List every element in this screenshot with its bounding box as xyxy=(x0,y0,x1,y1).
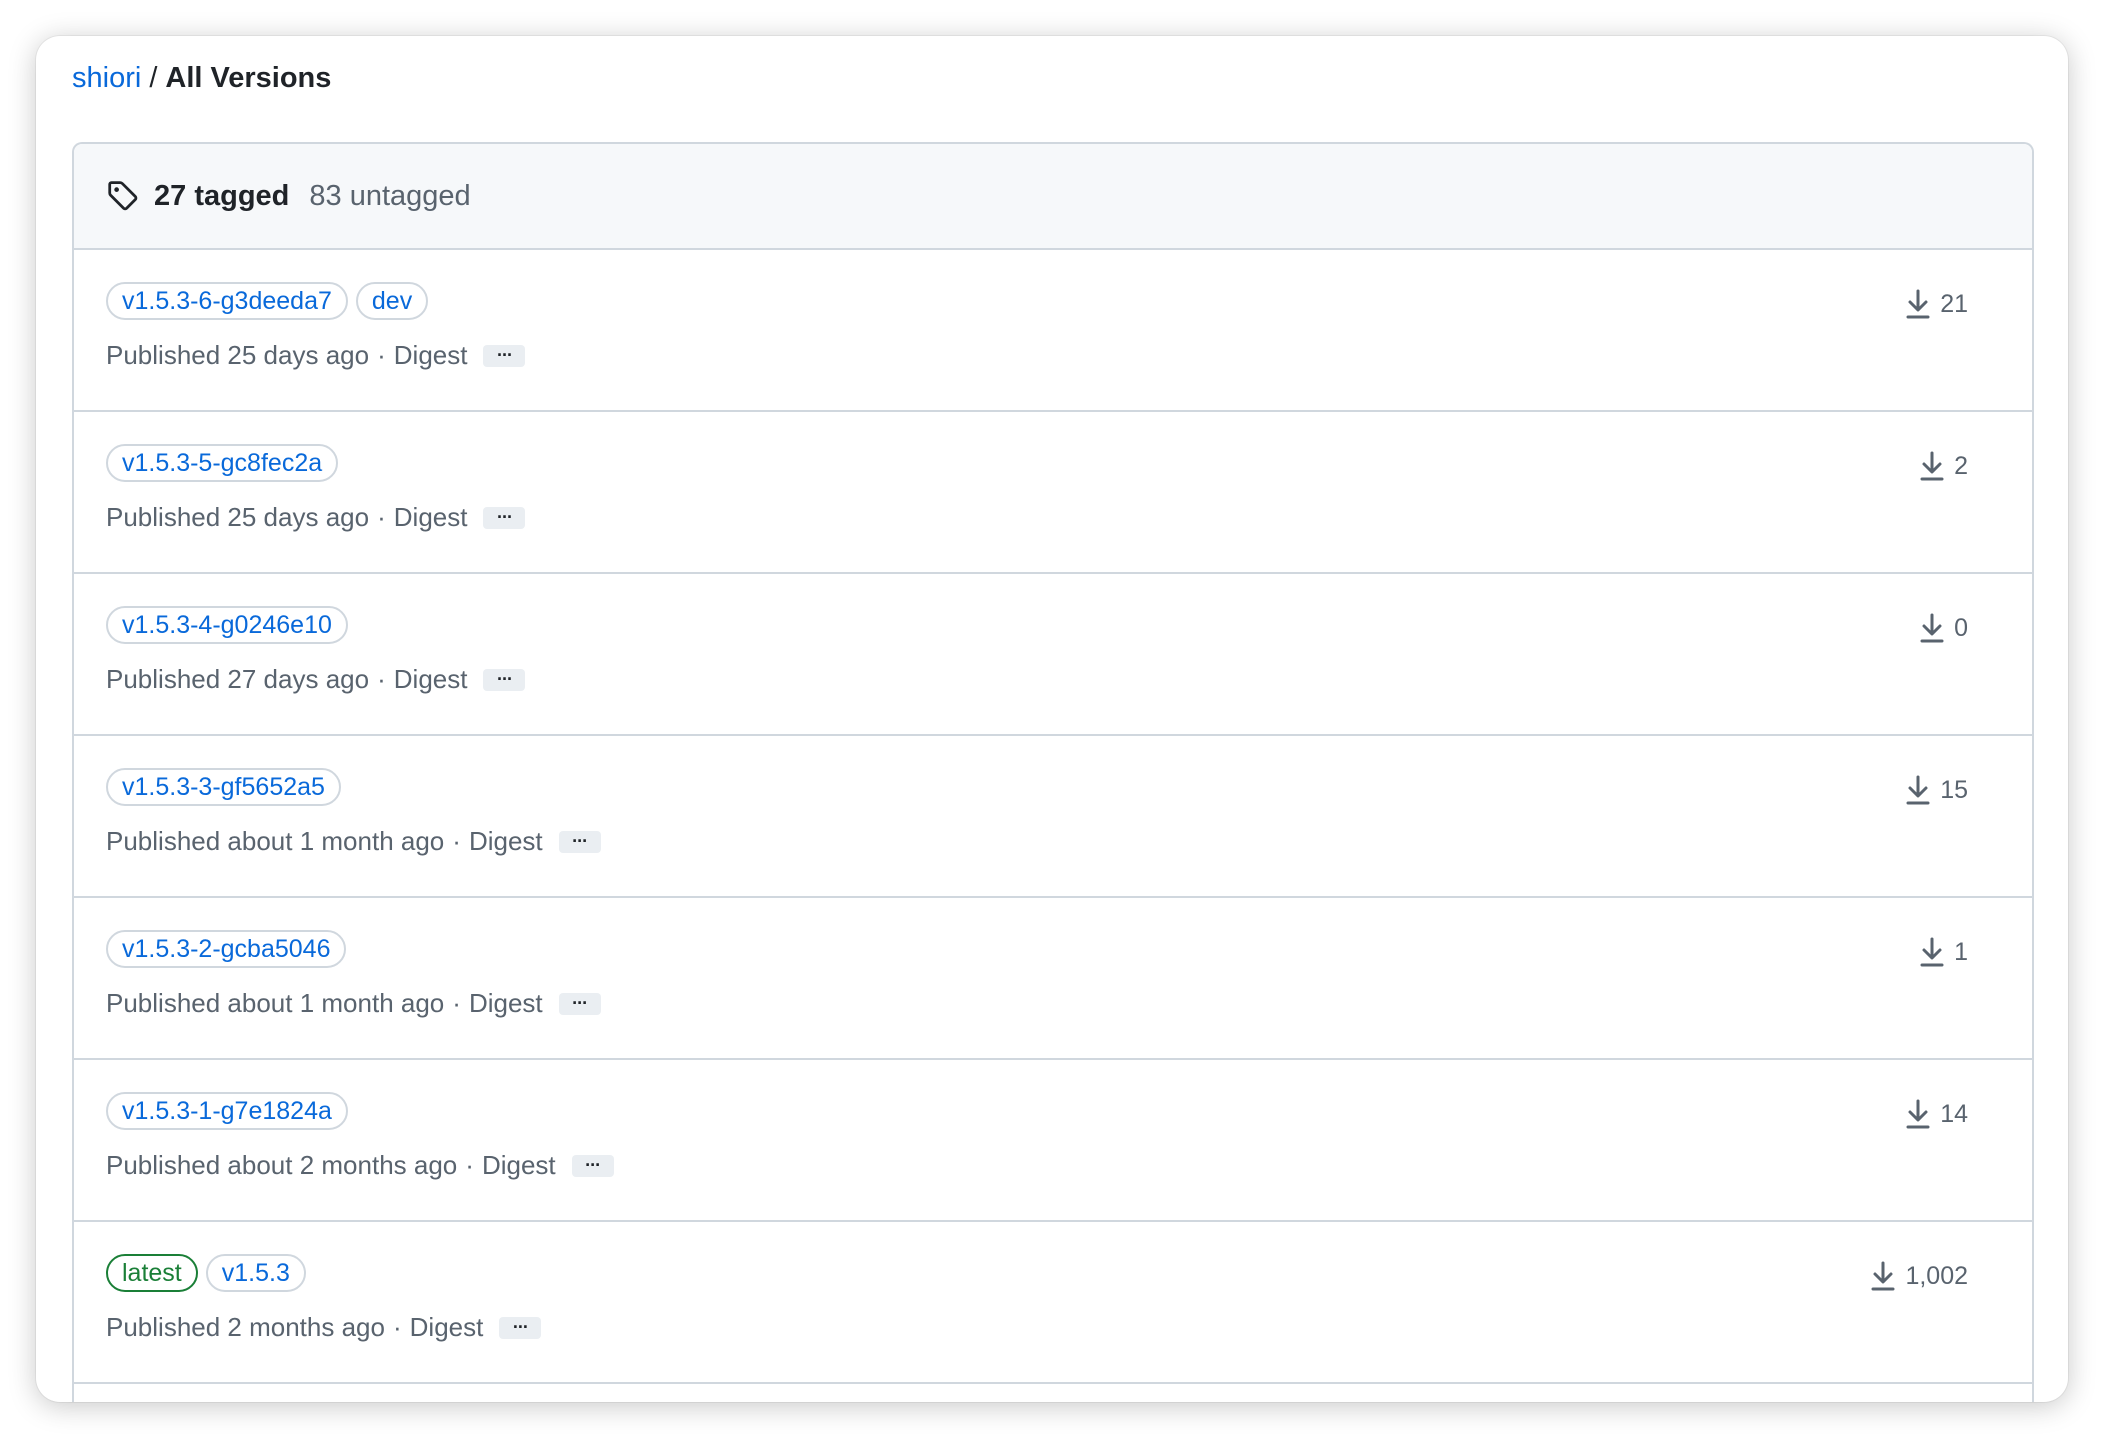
version-row: latest v1.5.3 Published 2 months ago · Di… xyxy=(74,1222,2032,1384)
download-count: 14 xyxy=(1904,1098,1968,1130)
published-text: Published 25 days ago xyxy=(106,502,370,532)
version-rows: v1.5.3-6-g3deeda7 dev Published 25 days a… xyxy=(74,250,2032,1384)
version-tags: v1.5.3-5-gc8fec2a xyxy=(106,444,339,482)
version-meta: Published about 1 month ago · Digest ··· xyxy=(106,826,601,857)
page-title: All Versions xyxy=(165,61,332,94)
version-tag-pill[interactable]: latest xyxy=(106,1254,198,1292)
download-count: 15 xyxy=(1904,774,1968,806)
download-icon xyxy=(1869,1260,1897,1292)
digest-label: Digest xyxy=(481,1150,556,1180)
version-tags: latest v1.5.3 xyxy=(106,1254,306,1292)
version-row: v1.5.3-5-gc8fec2a Published 25 days ago … xyxy=(74,412,2032,574)
download-count-value: 21 xyxy=(1940,289,1968,318)
download-count-value: 2 xyxy=(1954,451,1968,480)
tagged-count[interactable]: 27 tagged xyxy=(154,180,289,213)
download-count-value: 14 xyxy=(1940,1099,1968,1128)
version-row: v1.5.3-4-g0246e10 Published 27 days ago … xyxy=(74,574,2032,736)
version-tag-pill[interactable]: dev xyxy=(355,282,429,320)
digest-expand-button[interactable]: ··· xyxy=(483,344,526,367)
digest-label: Digest xyxy=(393,502,468,532)
digest-expand-button[interactable]: ··· xyxy=(499,1316,542,1339)
version-row: v1.5.3-2-gcba5046 Published about 1 mont… xyxy=(74,898,2032,1060)
download-icon xyxy=(1918,936,1946,968)
download-icon xyxy=(1904,1098,1932,1130)
version-tags: v1.5.3-4-g0246e10 xyxy=(106,606,348,644)
published-text: Published 25 days ago xyxy=(106,340,370,370)
version-tag-pill[interactable]: v1.5.3-4-g0246e10 xyxy=(106,606,348,644)
download-icon xyxy=(1918,450,1946,482)
version-tag-pill[interactable]: v1.5.3-5-gc8fec2a xyxy=(106,444,339,482)
meta-separator: · xyxy=(452,988,461,1018)
version-meta: Published 2 months ago · Digest ··· xyxy=(106,1312,542,1343)
download-icon xyxy=(1904,774,1932,806)
version-tag-pill[interactable]: v1.5.3 xyxy=(205,1254,306,1292)
download-count: 1 xyxy=(1918,936,1968,968)
breadcrumb: shiori / All Versions xyxy=(72,56,331,100)
version-tags: v1.5.3-1-g7e1824a xyxy=(106,1092,348,1130)
download-count-value: 15 xyxy=(1940,775,1968,804)
versions-summary-header: 27 tagged 83 untagged xyxy=(74,144,2032,250)
published-text: Published about 1 month ago xyxy=(106,988,445,1018)
digest-expand-button[interactable]: ··· xyxy=(483,506,526,529)
meta-separator: · xyxy=(452,826,461,856)
untagged-count[interactable]: 83 untagged xyxy=(309,180,470,213)
digest-label: Digest xyxy=(393,340,468,370)
version-tag-pill[interactable]: v1.5.3-6-g3deeda7 xyxy=(106,282,348,320)
version-meta: Published 25 days ago · Digest ··· xyxy=(106,340,526,371)
app-window: shiori / All Versions 27 tagged 83 untag… xyxy=(36,36,2068,1402)
version-meta: Published 27 days ago · Digest ··· xyxy=(106,664,526,695)
version-tag-pill[interactable]: v1.5.3-1-g7e1824a xyxy=(106,1092,348,1130)
version-tags: v1.5.3-6-g3deeda7 dev xyxy=(106,282,429,320)
version-meta: Published about 1 month ago · Digest ··· xyxy=(106,988,601,1019)
version-meta: Published 25 days ago · Digest ··· xyxy=(106,502,526,533)
breadcrumb-separator: / xyxy=(149,61,158,94)
version-row: v1.5.3-3-gf5652a5 Published about 1 mont… xyxy=(74,736,2032,898)
download-count: 0 xyxy=(1918,612,1968,644)
meta-separator: · xyxy=(377,664,386,694)
digest-expand-button[interactable]: ··· xyxy=(558,830,601,853)
download-icon xyxy=(1918,612,1946,644)
version-tags: v1.5.3-2-gcba5046 xyxy=(106,930,347,968)
published-text: Published about 2 months ago xyxy=(106,1150,458,1180)
download-count: 1,002 xyxy=(1869,1260,1968,1292)
digest-label: Digest xyxy=(393,664,468,694)
version-tags: v1.5.3-3-gf5652a5 xyxy=(106,768,341,806)
digest-expand-button[interactable]: ··· xyxy=(483,668,526,691)
digest-label: Digest xyxy=(468,826,543,856)
digest-expand-button[interactable]: ··· xyxy=(558,992,601,1015)
digest-expand-button[interactable]: ··· xyxy=(571,1154,614,1177)
breadcrumb-owner-link[interactable]: shiori xyxy=(72,62,141,95)
tag-icon xyxy=(106,179,140,213)
version-row: v1.5.3-1-g7e1824a Published about 2 mont… xyxy=(74,1060,2032,1222)
digest-label: Digest xyxy=(409,1312,484,1342)
version-row: v1.5.3-6-g3deeda7 dev Published 25 days a… xyxy=(74,250,2032,412)
digest-label: Digest xyxy=(468,988,543,1018)
published-text: Published 27 days ago xyxy=(106,664,370,694)
download-count-value: 1,002 xyxy=(1905,1261,1968,1290)
meta-separator: · xyxy=(377,340,386,370)
meta-separator: · xyxy=(392,1312,402,1342)
download-icon xyxy=(1904,288,1932,320)
versions-list: 27 tagged 83 untagged v1.5.3-6-g3deeda7 d… xyxy=(72,142,2034,1402)
version-tag-pill[interactable]: v1.5.3-2-gcba5046 xyxy=(106,930,347,968)
published-text: Published 2 months ago xyxy=(106,1312,385,1342)
version-tag-pill[interactable]: v1.5.3-3-gf5652a5 xyxy=(106,768,341,806)
version-meta: Published about 2 months ago · Digest ··… xyxy=(106,1150,614,1181)
download-count-value: 0 xyxy=(1954,613,1968,642)
download-count: 21 xyxy=(1904,288,1968,320)
meta-separator: · xyxy=(465,1150,474,1180)
download-count-value: 1 xyxy=(1954,937,1968,966)
meta-separator: · xyxy=(377,502,386,532)
published-text: Published about 1 month ago xyxy=(106,826,445,856)
download-count: 2 xyxy=(1918,450,1968,482)
